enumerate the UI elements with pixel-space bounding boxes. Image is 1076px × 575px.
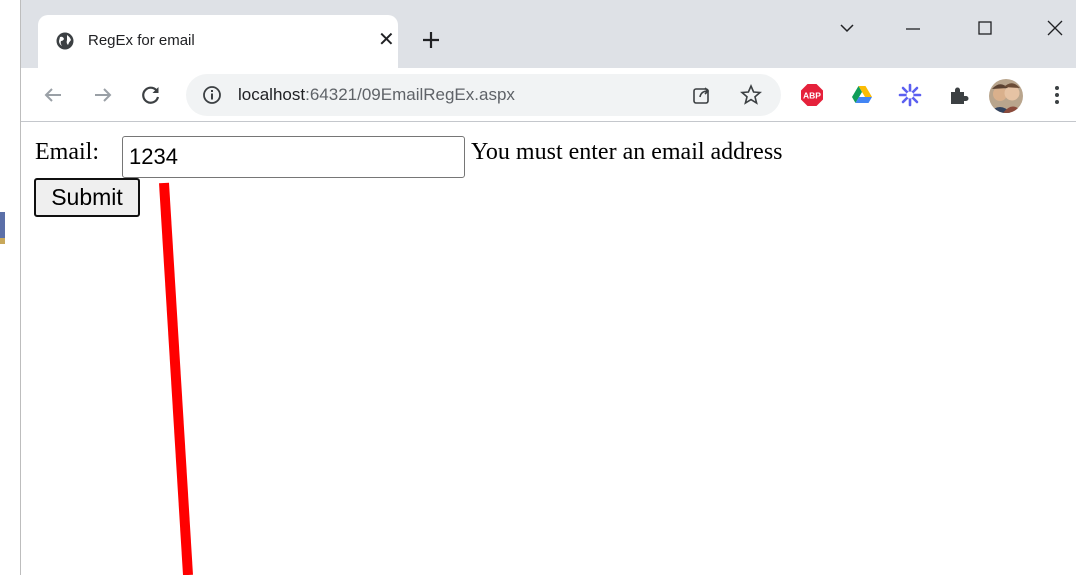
tab-close-icon[interactable]: ✕ [378,30,395,50]
bookmark-star-icon[interactable] [739,83,763,107]
new-tab-plus-icon[interactable] [417,26,445,54]
site-info-icon[interactable] [202,85,222,105]
url-text: localhost:64321/09EmailRegEx.aspx [238,85,515,105]
globe-icon [56,32,74,50]
forward-arrow-icon[interactable] [91,83,115,107]
email-label: Email: [35,139,99,165]
validation-message: You must enter an email address [471,139,783,165]
maximize-icon[interactable] [971,14,999,42]
address-bar[interactable]: localhost:64321/09EmailRegEx.aspx [186,74,781,116]
url-host: localhost [238,85,306,104]
tab-regex-for-email[interactable]: RegEx for email ✕ [38,15,398,68]
tab-title: RegEx for email [88,32,195,49]
browser-toolbar: localhost:64321/09EmailRegEx.aspx ABP [21,68,1076,122]
tab-search-chevron-down-icon[interactable] [833,14,861,42]
url-path: :64321/09EmailRegEx.aspx [305,85,515,104]
browser-window: RegEx for email ✕ localhost:64321/09Emai… [20,0,1076,575]
reload-icon[interactable] [139,83,163,107]
share-icon[interactable] [691,84,713,106]
tab-strip: RegEx for email ✕ [21,0,1076,68]
email-input[interactable] [122,136,465,178]
adblock-plus-icon[interactable]: ABP [800,83,824,107]
profile-avatar[interactable] [989,79,1023,113]
submit-button[interactable]: Submit [34,178,140,217]
back-arrow-icon[interactable] [41,83,65,107]
kebab-menu-icon[interactable] [1045,83,1069,107]
abp-label: ABP [803,91,821,101]
background-window-edge-accent [0,238,5,244]
extensions-puzzle-icon[interactable] [947,83,971,107]
google-drive-icon[interactable] [850,83,874,107]
minimize-icon[interactable] [899,14,927,42]
page-content: Email: You must enter an email address S… [21,122,1076,575]
close-window-icon[interactable] [1041,14,1069,42]
sparkle-extension-icon[interactable] [898,83,922,107]
desktop-background-strip [0,0,20,575]
